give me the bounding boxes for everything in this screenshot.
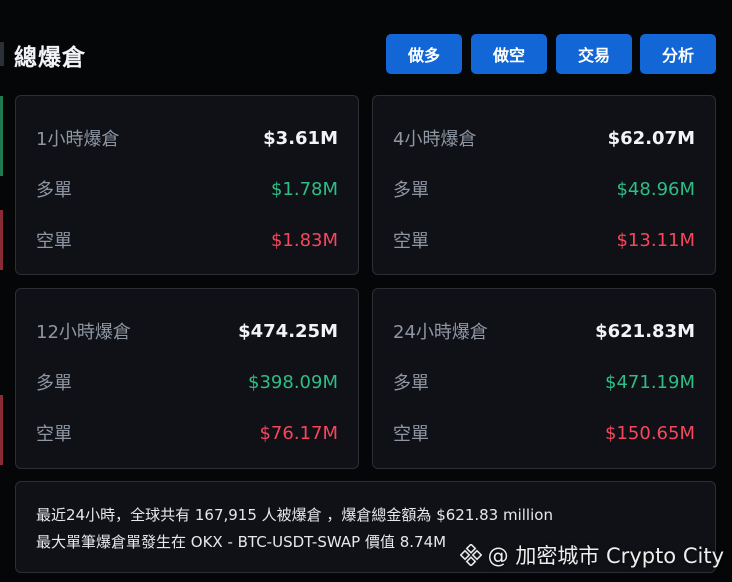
long-button[interactable]: 做多 xyxy=(386,34,462,74)
total-value: $62.07M xyxy=(607,127,695,149)
long-value: $1.78M xyxy=(270,178,338,200)
short-label: 空單 xyxy=(36,231,72,252)
long-value: $471.19M xyxy=(605,371,695,393)
card-short-row: 空單 $150.65M xyxy=(393,419,695,447)
summary-line-2: 最大單筆爆倉單發生在 OKX - BTC-USDT-SWAP 價值 8.74M xyxy=(36,533,447,551)
card-long-row: 多單 $1.78M xyxy=(36,175,338,203)
card-short-row: 空單 $1.83M xyxy=(36,226,338,254)
edge-strip-green xyxy=(0,96,3,176)
long-label: 多單 xyxy=(36,180,72,201)
summary-line-1: 最近24小時，全球共有 167,915 人被爆倉 ，爆倉總金額為 $621.83… xyxy=(36,506,553,524)
short-value: $13.11M xyxy=(616,229,695,251)
long-label: 多單 xyxy=(36,373,72,394)
long-value: $48.96M xyxy=(616,178,695,200)
period-label: 24小時爆倉 xyxy=(393,322,488,343)
analysis-button[interactable]: 分析 xyxy=(640,34,716,74)
watermark: @ 加密城市 Crypto City xyxy=(459,540,724,570)
header: 總爆倉 做多 做空 交易 分析 xyxy=(0,30,732,78)
long-label: 多單 xyxy=(393,373,429,394)
watermark-text: @ 加密城市 Crypto City xyxy=(487,544,724,568)
page-title: 總爆倉 xyxy=(14,45,86,71)
total-value: $621.83M xyxy=(595,320,695,342)
card-total-row: 1小時爆倉 $3.61M xyxy=(36,124,338,152)
card-total-row: 24小時爆倉 $621.83M xyxy=(393,317,695,345)
card-total-row: 4小時爆倉 $62.07M xyxy=(393,124,695,152)
short-button[interactable]: 做空 xyxy=(471,34,547,74)
card-12h: 12小時爆倉 $474.25M 多單 $398.09M 空單 $76.17M xyxy=(15,288,359,469)
long-label: 多單 xyxy=(393,180,429,201)
liquidation-panel: 總爆倉 做多 做空 交易 分析 1小時爆倉 $3.61M 多單 $1.78M 空… xyxy=(0,0,732,582)
card-short-row: 空單 $76.17M xyxy=(36,419,338,447)
period-label: 12小時爆倉 xyxy=(36,322,131,343)
edge-strip-red xyxy=(0,210,3,270)
long-value: $398.09M xyxy=(248,371,338,393)
trade-button[interactable]: 交易 xyxy=(556,34,632,74)
card-long-row: 多單 $398.09M xyxy=(36,368,338,396)
edge-strip-red-2 xyxy=(0,395,3,465)
card-4h: 4小時爆倉 $62.07M 多單 $48.96M 空單 $13.11M xyxy=(372,95,716,275)
card-long-row: 多單 $471.19M xyxy=(393,368,695,396)
short-label: 空單 xyxy=(393,424,429,445)
total-value: $474.25M xyxy=(238,320,338,342)
card-long-row: 多單 $48.96M xyxy=(393,175,695,203)
card-1h: 1小時爆倉 $3.61M 多單 $1.78M 空單 $1.83M xyxy=(15,95,359,275)
card-short-row: 空單 $13.11M xyxy=(393,226,695,254)
short-value: $1.83M xyxy=(270,229,338,251)
short-value: $150.65M xyxy=(605,422,695,444)
short-label: 空單 xyxy=(36,424,72,445)
period-label: 4小時爆倉 xyxy=(393,129,477,150)
short-value: $76.17M xyxy=(259,422,338,444)
short-label: 空單 xyxy=(393,231,429,252)
period-label: 1小時爆倉 xyxy=(36,129,120,150)
title-accent-bar xyxy=(0,42,4,66)
watermark-logo-icon xyxy=(459,544,482,566)
card-24h: 24小時爆倉 $621.83M 多單 $471.19M 空單 $150.65M xyxy=(372,288,716,469)
total-value: $3.61M xyxy=(263,127,338,149)
card-total-row: 12小時爆倉 $474.25M xyxy=(36,317,338,345)
